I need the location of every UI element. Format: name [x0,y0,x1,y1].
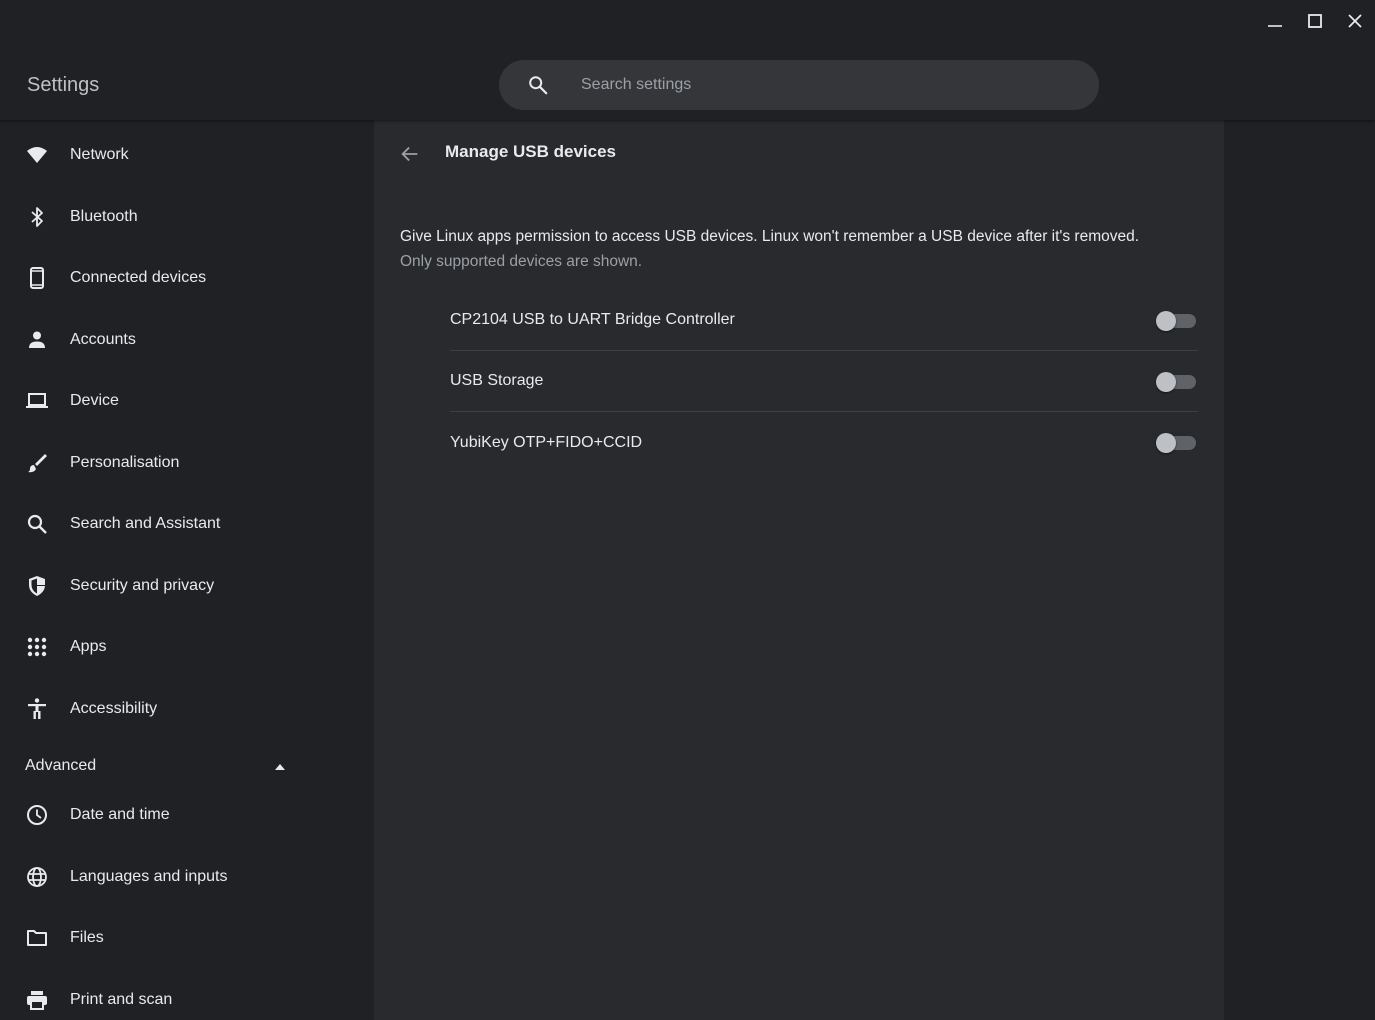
globe-icon [25,865,49,889]
sidebar-item-languages-and-inputs[interactable]: Languages and inputs [0,849,374,905]
printer-icon [25,988,49,1012]
toggle-knob [1156,311,1176,331]
usb-device-row: CP2104 USB to UART Bridge Controller [450,290,1198,351]
sidebar-item-label: Personalisation [70,454,180,471]
arrow-back-icon [401,146,418,162]
sidebar-item-print-and-scan[interactable]: Print and scan [0,972,374,1020]
maximize-icon [1308,14,1322,28]
description-primary: Give Linux apps permission to access USB… [400,228,1140,245]
back-button[interactable] [396,140,424,168]
search-box[interactable] [499,60,1099,110]
person-icon [25,328,49,352]
search-icon [529,76,548,95]
sidebar-item-label: Device [70,392,119,409]
wifi-icon [25,143,49,167]
sidebar-item-personalisation[interactable]: Personalisation [0,435,374,491]
app-title: Settings [27,74,100,96]
sidebar-item-search-and-assistant[interactable]: Search and Assistant [0,496,374,552]
accessibility-icon [25,697,49,721]
usb-device-toggle[interactable] [1156,311,1196,331]
usb-device-label: CP2104 USB to UART Bridge Controller [450,311,735,328]
maximize-button[interactable] [1295,0,1335,42]
usb-device-row: YubiKey OTP+FIDO+CCID [450,412,1198,473]
sidebar-item-device[interactable]: Device [0,373,374,429]
usb-device-list: CP2104 USB to UART Bridge Controller USB… [450,290,1198,473]
settings-window: Settings Search settings Network Bluetoo… [0,0,1375,1020]
advanced-label: Advanced [25,757,97,774]
usb-device-label: YubiKey OTP+FIDO+CCID [450,433,643,451]
sidebar-item-apps[interactable]: Apps [0,619,374,675]
header-bar: Settings [0,0,1375,120]
sidebar-item-label: Date and time [70,806,170,823]
sidebar-item-files[interactable]: Files [0,910,374,966]
sidebar-item-accounts[interactable]: Accounts [0,312,374,368]
usb-device-row: USB Storage [450,351,1198,412]
description-secondary: Only supported devices are shown. [400,253,643,270]
sidebar-item-label: Languages and inputs [70,868,228,885]
brush-icon [25,451,49,475]
sidebar-item-label: Security and privacy [70,577,215,594]
caret-up-icon [275,764,285,770]
search-input[interactable] [579,60,1079,110]
sidebar-item-date-and-time[interactable]: Date and time [0,787,374,843]
sidebar-item-label: Bluetooth [70,208,138,225]
page-title: Manage USB devices [445,142,617,161]
minimize-button[interactable] [1255,0,1295,42]
sidebar-item-label: Network [70,146,129,163]
usb-description: Give Linux apps permission to access USB… [400,224,1200,274]
laptop-icon [25,389,49,413]
usb-device-toggle[interactable] [1156,372,1196,392]
folder-icon [25,926,49,950]
sidebar-item-label: Connected devices [70,269,207,286]
sidebar-item-accessibility[interactable]: Accessibility [0,681,374,737]
sidebar-item-label: Accessibility [70,700,158,717]
sidebar-item-security-and-privacy[interactable]: Security and privacy [0,558,374,614]
sidebar-item-label: Print and scan [70,991,173,1008]
minimize-icon [1268,25,1282,27]
sidebar-item-label: Files [70,929,104,946]
toggle-knob [1156,433,1176,453]
shield-icon [25,574,49,598]
sidebar-item-bluetooth[interactable]: Bluetooth [0,189,374,245]
sidebar-item-label: Accounts [70,331,136,348]
usb-device-toggle[interactable] [1156,433,1196,453]
sidebar-item-network[interactable]: Network [0,127,374,183]
phone-icon [25,266,49,290]
search-icon [25,512,49,536]
usb-device-label: USB Storage [450,372,544,389]
close-icon [1348,14,1362,28]
sidebar-item-connected-devices[interactable]: Connected devices [0,250,374,306]
window-controls [1255,0,1375,42]
sidebar: Network Bluetooth Connected devices Acco… [0,120,374,1020]
bluetooth-icon [25,205,49,229]
clock-icon [25,803,49,827]
sidebar-item-label: Search and Assistant [70,515,221,532]
advanced-section-toggle[interactable]: Advanced [0,747,300,787]
sidebar-item-label: Apps [70,638,107,655]
main-content-card: Manage USB devices Give Linux apps permi… [374,120,1224,1020]
close-button[interactable] [1335,0,1375,42]
apps-grid-icon [25,635,49,659]
toggle-knob [1156,372,1176,392]
